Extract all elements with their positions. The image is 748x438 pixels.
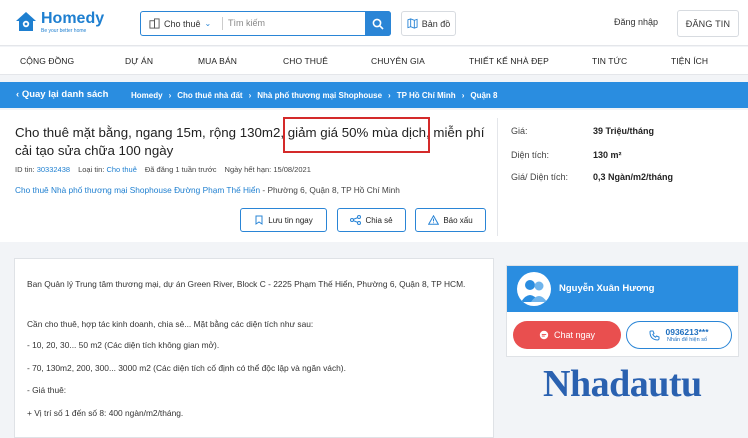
id-value: 30332438	[36, 165, 71, 174]
search-type-dropdown[interactable]: Cho thuê ⌄	[149, 12, 211, 35]
listing-meta: ID tin: 30332438 Loại tin: Cho thuê Đã đ…	[15, 165, 311, 174]
search-button[interactable]	[365, 11, 391, 36]
breadcrumb-item[interactable]: TP Hồ Chí Minh	[397, 91, 456, 100]
breadcrumb-item[interactable]: Cho thuê nhà đất	[177, 91, 242, 100]
chat-button[interactable]: Chat ngay	[513, 321, 621, 349]
chevron-left-icon: ‹	[16, 89, 20, 100]
chevron-right-icon: ›	[248, 90, 252, 100]
header-divider	[497, 118, 498, 236]
phone-button[interactable]: 0936213*** Nhấn để hiện số	[626, 321, 732, 349]
nav-item-tin-tuc[interactable]: TIN TỨC	[592, 47, 627, 75]
breadcrumb-item-current[interactable]: Quận 8	[470, 91, 497, 100]
share-label: Chia sẻ	[365, 215, 393, 225]
nav-item-du-an[interactable]: DỰ ÁN	[125, 47, 153, 75]
breadcrumb-trail: Homedy › Cho thuê nhà đất › Nhà phố thươ…	[131, 82, 497, 108]
agent-header: Nguyễn Xuân Hương	[507, 266, 738, 312]
logo-slogan: Be your better home	[41, 28, 87, 34]
homedy-logo[interactable]: Homedy Be your better home	[14, 10, 104, 34]
nav-item-thiet-ke[interactable]: THIẾT KẾ NHÀ ĐẸP	[469, 47, 549, 75]
fact-label: Diện tích:	[511, 150, 550, 160]
fact-value: 0,3 Ngàn/m2/tháng	[593, 172, 674, 182]
listing-address: Cho thuê Nhà phố thương mại Shophouse Đư…	[15, 185, 400, 195]
fact-label: Giá/ Diện tích:	[511, 172, 569, 182]
breadcrumb: ‹ Quay lại danh sách Homedy › Cho thuê n…	[0, 82, 748, 108]
phone-number: 0936213***	[665, 326, 709, 337]
search-type-label: Cho thuê	[164, 18, 201, 29]
chevron-right-icon: ›	[388, 90, 391, 100]
map-button[interactable]: Bản đồ	[401, 11, 456, 36]
login-link[interactable]: Đăng nhập	[614, 17, 658, 27]
type-value[interactable]: Cho thuê	[106, 165, 136, 174]
address-rest: - Phường 6, Quận 8, TP Hồ Chí Minh	[260, 185, 400, 195]
report-label: Báo xấu	[443, 215, 473, 225]
description-paragraph: - Giá thuê:	[27, 385, 67, 395]
warning-icon	[428, 215, 440, 225]
description-paragraph: + Vị trí số 1 đến số 8: 400 ngàn/m2/thán…	[27, 408, 184, 418]
building-icon	[149, 18, 160, 29]
chevron-right-icon: ›	[168, 90, 172, 100]
breadcrumb-item[interactable]: Homedy	[131, 91, 163, 100]
nav-item-cho-thue[interactable]: CHO THUÊ	[283, 47, 328, 75]
map-icon	[407, 18, 418, 29]
description-paragraph: Cần cho thuê, hợp tác kinh doanh, chia s…	[27, 319, 314, 329]
fact-value: 39 Triệu/tháng	[593, 126, 655, 136]
chevron-down-icon: ⌄	[204, 19, 212, 28]
back-to-list-link[interactable]: ‹ Quay lại danh sách	[16, 82, 108, 108]
back-label: Quay lại danh sách	[21, 89, 109, 100]
chat-icon	[539, 330, 549, 340]
search-bar: Cho thuê ⌄ Tìm kiếm	[140, 11, 391, 36]
bookmark-icon	[255, 215, 263, 225]
share-button[interactable]: Chia sẻ	[337, 208, 406, 232]
fact-label: Giá:	[511, 126, 528, 136]
nav-item-chuyen-gia[interactable]: CHUYÊN GIA	[371, 47, 425, 75]
report-button[interactable]: Báo xấu	[415, 208, 486, 232]
search-input[interactable]: Tìm kiếm	[228, 12, 265, 35]
description-box: Ban Quản lý Trung tâm thương mại, dự án …	[14, 258, 494, 438]
expiry-date: Ngày hết hạn: 15/08/2021	[224, 165, 311, 174]
nav-item-tien-ich[interactable]: TIỆN ÍCH	[671, 47, 708, 75]
nav-item-cong-dong[interactable]: CỘNG ĐỒNG	[20, 47, 74, 75]
avatar	[517, 272, 551, 306]
house-logo-icon	[16, 12, 36, 31]
top-bar: Homedy Be your better home Cho thuê ⌄ Tì…	[0, 0, 748, 46]
fact-value: 130 m²	[593, 150, 622, 160]
save-listing-button[interactable]: Lưu tin ngay	[240, 208, 327, 232]
nav-item-mua-ban[interactable]: MUA BÁN	[198, 47, 237, 75]
chevron-right-icon: ›	[461, 90, 465, 100]
map-label: Bản đồ	[421, 18, 451, 29]
description-paragraph: - 70, 130m2, 200, 300... 3000 m2 (Các di…	[27, 363, 346, 373]
posted-time: Đã đăng 1 tuần trước	[144, 165, 217, 174]
search-icon	[372, 18, 384, 30]
breadcrumb-item[interactable]: Nhà phố thương mại Shophouse	[257, 91, 382, 100]
logo-name: Homedy	[41, 10, 105, 27]
description-paragraph: Ban Quản lý Trung tâm thương mại, dự án …	[27, 279, 466, 289]
description-paragraph: - 10, 20, 30... 50 m2 (Các diện tích khô…	[27, 340, 220, 350]
phone-hint: Nhấn để hiện số	[666, 336, 708, 343]
post-listing-button[interactable]: ĐĂNG TIN	[677, 10, 739, 37]
share-icon	[350, 215, 362, 225]
save-label: Lưu tin ngay	[268, 215, 313, 225]
watermark-logo: Nhadautu	[543, 363, 702, 405]
agent-name[interactable]: Nguyễn Xuân Hương	[559, 266, 654, 312]
phone-icon	[649, 330, 660, 341]
search-divider	[222, 17, 223, 30]
title-part: Cho thuê mặt bằng, ngang 15m, rộng 130m2…	[15, 125, 288, 140]
highlight-annotation-box	[283, 117, 430, 153]
chat-label: Chat ngay	[553, 330, 596, 340]
address-link[interactable]: Cho thuê Nhà phố thương mại Shophouse Đư…	[15, 185, 260, 195]
agent-card: Nguyễn Xuân Hương Chat ngay 0936213*** N…	[506, 265, 739, 357]
id-label: ID tin:	[15, 165, 35, 174]
user-group-icon	[521, 280, 547, 302]
main-nav: CỘNG ĐỒNG DỰ ÁN MUA BÁN CHO THUÊ CHUYÊN …	[0, 47, 748, 75]
type-label: Loại tin:	[78, 165, 105, 174]
